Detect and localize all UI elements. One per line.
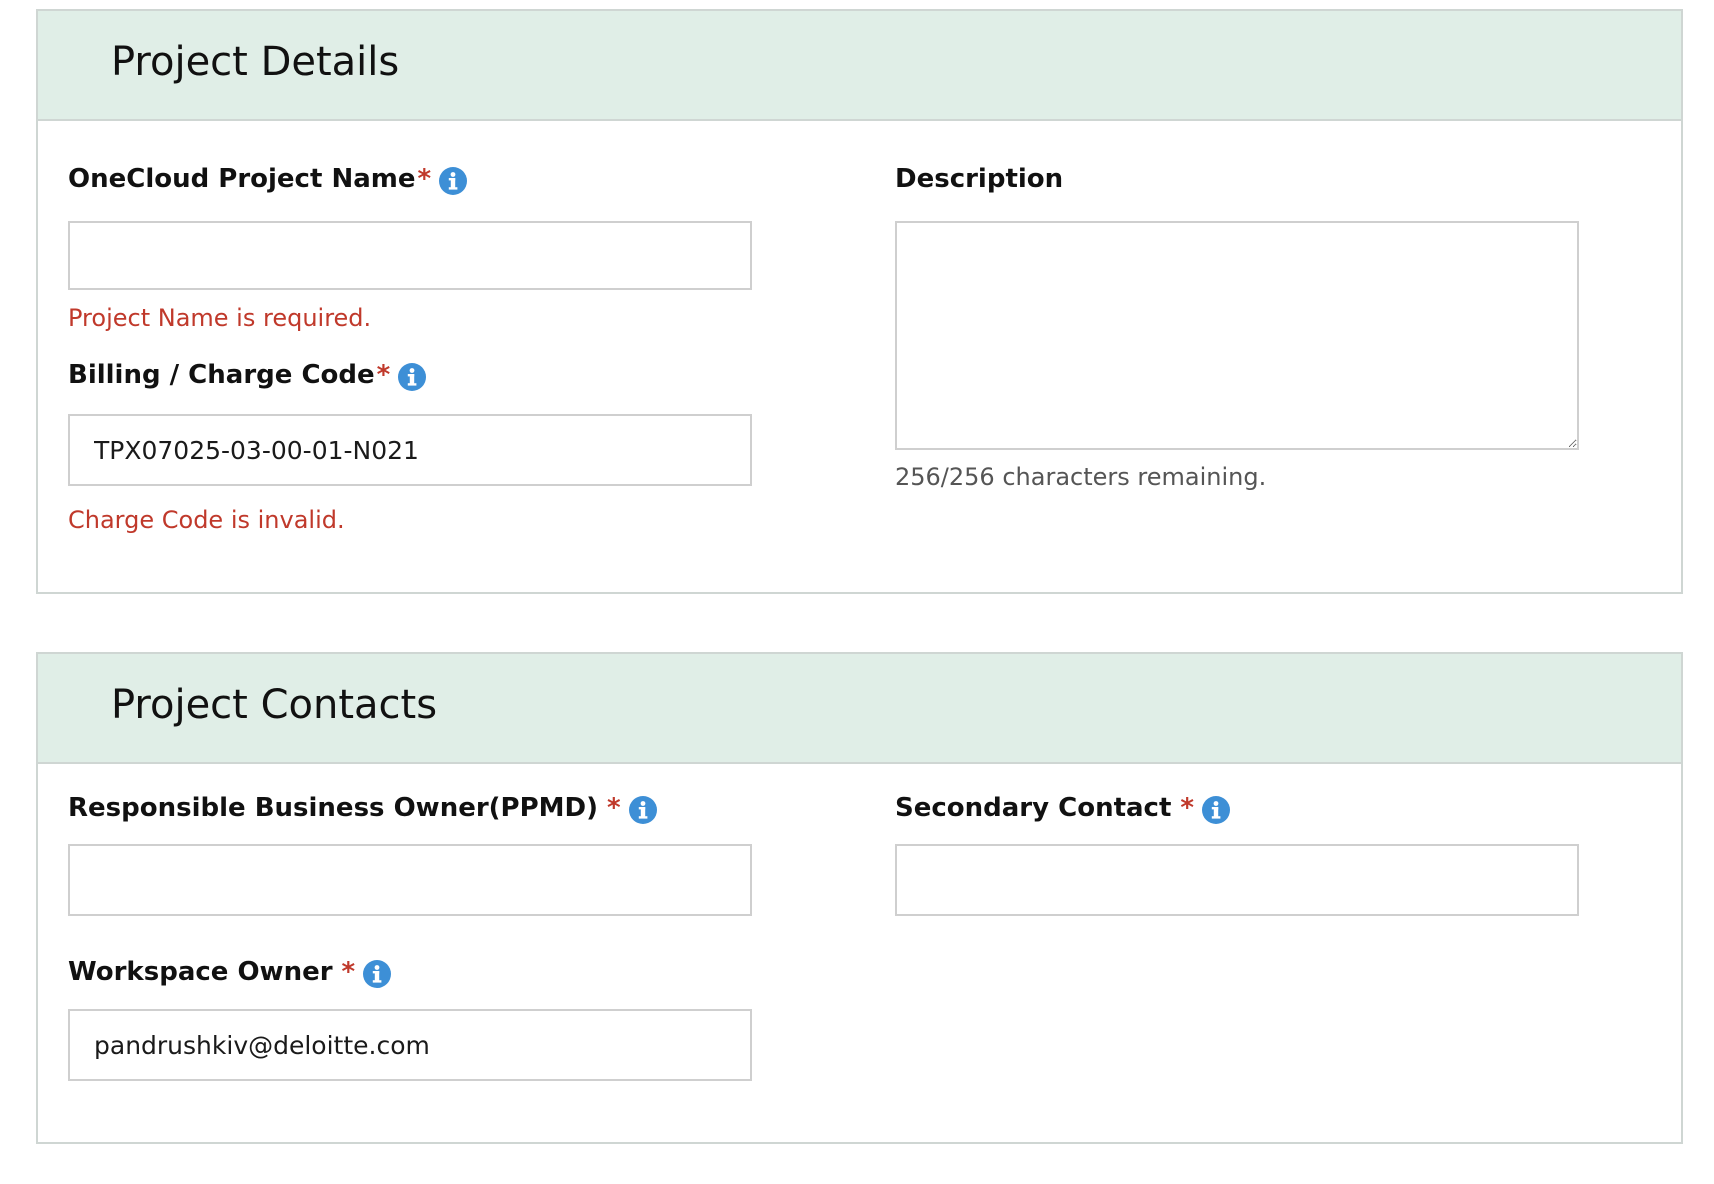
project-contacts-panel: Project Contacts Responsible Business Ow… [36,652,1683,1144]
business-owner-input[interactable] [68,844,752,916]
charge-code-required-mark: * [376,360,391,390]
project-name-label: OneCloud Project Name [68,164,416,194]
description-label-group: Description [895,163,1063,195]
workspace-owner-label-group: Workspace Owner * [68,956,392,988]
business-owner-label: Responsible Business Owner(PPMD) [68,793,598,823]
secondary-contact-required-mark: * [1180,793,1194,823]
project-details-title: Project Details [111,39,400,85]
workspace-owner-label: Workspace Owner [68,957,333,987]
project-details-panel: Project Details OneCloud Project Name * … [36,9,1683,594]
secondary-contact-label: Secondary Contact [895,793,1172,823]
workspace-owner-required-mark: * [341,957,356,987]
charge-code-error: Charge Code is invalid. [68,506,345,534]
project-contacts-title: Project Contacts [111,682,438,728]
workspace-owner-info-icon[interactable] [362,959,392,989]
charge-code-label-group: Billing / Charge Code * [68,359,427,391]
project-name-info-icon[interactable] [438,166,468,196]
business-owner-label-group: Responsible Business Owner(PPMD) * [68,792,658,824]
project-name-input[interactable] [68,221,752,290]
description-textarea[interactable] [895,221,1579,450]
project-name-error: Project Name is required. [68,304,372,332]
workspace-owner-input[interactable] [68,1009,752,1081]
business-owner-info-icon[interactable] [628,795,658,825]
business-owner-required-mark: * [607,793,621,823]
project-name-label-group: OneCloud Project Name * [68,163,468,195]
project-details-header: Project Details [38,11,1681,121]
project-name-required-mark: * [417,164,432,194]
secondary-contact-label-group: Secondary Contact * [895,792,1231,824]
charge-code-input[interactable] [68,414,752,486]
description-label: Description [895,164,1064,194]
charge-code-info-icon[interactable] [397,362,427,392]
description-char-counter: 256/256 characters remaining. [895,463,1267,491]
secondary-contact-info-icon[interactable] [1201,795,1231,825]
charge-code-label: Billing / Charge Code [68,360,375,390]
secondary-contact-input[interactable] [895,844,1579,916]
project-contacts-header: Project Contacts [38,654,1681,764]
